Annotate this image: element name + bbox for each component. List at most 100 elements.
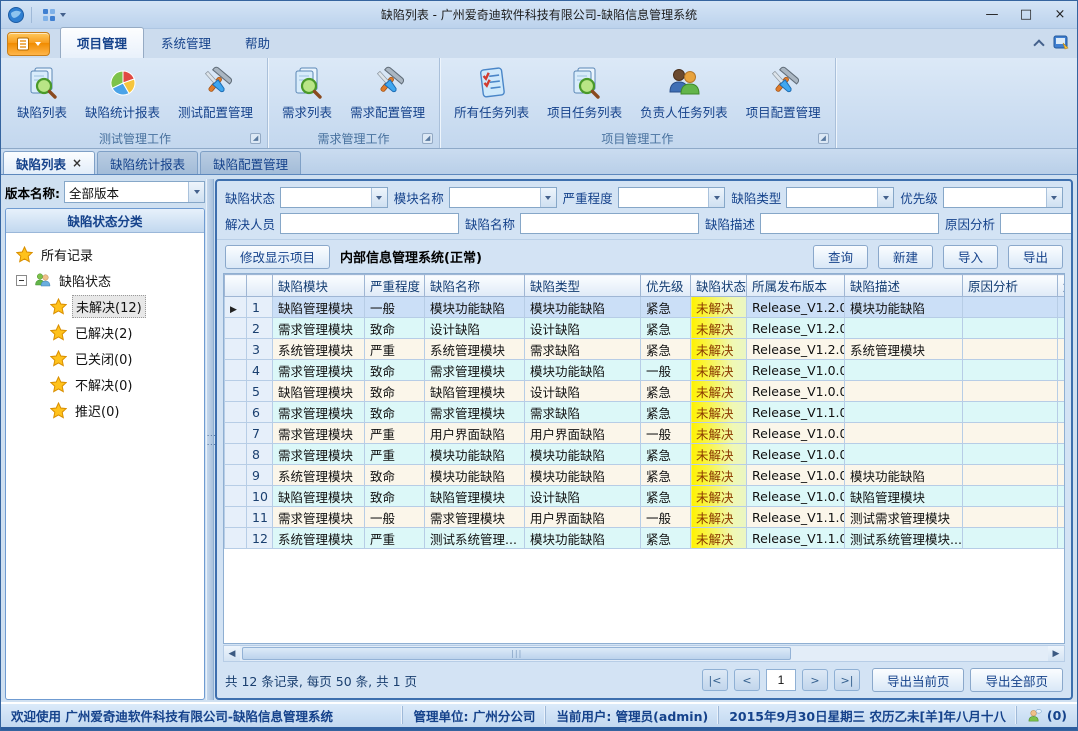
cell-原因分析[interactable] — [963, 318, 1058, 339]
filter-input-缺陷名称[interactable] — [520, 213, 699, 234]
horizontal-scrollbar[interactable]: ◀ ||| ▶ — [223, 645, 1065, 662]
cell-解决方法[interactable] — [1058, 360, 1066, 381]
minimize-button[interactable]: — — [975, 1, 1009, 28]
cell-优先级[interactable]: 紧急 — [641, 444, 691, 465]
cell-原因分析[interactable] — [963, 381, 1058, 402]
cell-缺陷模块[interactable]: 需求管理模块 — [273, 423, 365, 444]
cell-解决方法[interactable] — [1058, 318, 1066, 339]
cell-所属发布版本[interactable]: Release_V1.0.0 — [747, 465, 845, 486]
cell-优先级[interactable]: 紧急 — [641, 339, 691, 360]
cell-解决方法[interactable] — [1058, 528, 1066, 549]
cell-缺陷类型[interactable]: 模块功能缺陷 — [525, 297, 641, 318]
document-tab-1[interactable]: 缺陷统计报表 — [97, 151, 198, 174]
chevron-down-icon[interactable] — [877, 188, 893, 207]
ribbon-button-需求列表[interactable]: 需求列表 — [274, 62, 340, 125]
cell-优先级[interactable]: 紧急 — [641, 402, 691, 423]
ribbon-tab-1[interactable]: 系统管理 — [144, 27, 228, 58]
ribbon-tab-0[interactable]: 项目管理 — [60, 27, 144, 58]
cell-缺陷类型[interactable]: 设计缺陷 — [525, 318, 641, 339]
cell-缺陷模块[interactable]: 缺陷管理模块 — [273, 381, 365, 402]
cell-缺陷模块[interactable]: 需求管理模块 — [273, 402, 365, 423]
cell-原因分析[interactable] — [963, 423, 1058, 444]
cell-缺陷模块[interactable]: 系统管理模块 — [273, 528, 365, 549]
row-selector-cell[interactable] — [225, 528, 247, 549]
row-selector-cell[interactable] — [225, 423, 247, 444]
table-row[interactable]: 5缺陷管理模块致命缺陷管理模块设计缺陷紧急未解决Release_V1.0.0 — [225, 381, 1066, 402]
table-row[interactable]: 12系统管理模块严重测试系统管理...模块功能缺陷紧急未解决Release_V1… — [225, 528, 1066, 549]
cell-缺陷状态[interactable]: 未解决 — [691, 465, 747, 486]
cell-原因分析[interactable] — [963, 507, 1058, 528]
maximize-button[interactable]: □ — [1009, 1, 1043, 28]
table-row[interactable]: 6需求管理模块致命需求管理模块需求缺陷紧急未解决Release_V1.1.0 — [225, 402, 1066, 423]
filter-combobox-缺陷类型[interactable] — [786, 187, 894, 208]
table-row[interactable]: 2需求管理模块致命设计缺陷设计缺陷紧急未解决Release_V1.2.0 — [225, 318, 1066, 339]
prev-page-button[interactable]: < — [734, 669, 760, 691]
cell-缺陷模块[interactable]: 缺陷管理模块 — [273, 486, 365, 507]
cell-缺陷状态[interactable]: 未解决 — [691, 528, 747, 549]
first-page-button[interactable]: |< — [702, 669, 728, 691]
cell-优先级[interactable]: 一般 — [641, 507, 691, 528]
cell-缺陷状态[interactable]: 未解决 — [691, 486, 747, 507]
ribbon-button-缺陷统计报表[interactable]: 缺陷统计报表 — [77, 62, 168, 125]
cell-缺陷描述[interactable] — [845, 402, 963, 423]
chevron-down-icon[interactable] — [188, 182, 204, 202]
cell-所属发布版本[interactable]: Release_V1.0.0 — [747, 423, 845, 444]
column-header-缺陷状态[interactable]: 缺陷状态 — [691, 275, 747, 297]
table-row[interactable]: 11需求管理模块一般需求管理模块用户界面缺陷一般未解决Release_V1.1.… — [225, 507, 1066, 528]
column-header-优先级[interactable]: 优先级 — [641, 275, 691, 297]
cell-所属发布版本[interactable]: Release_V1.2.0 — [747, 297, 845, 318]
tree-item-所有记录[interactable]: 所有记录 — [16, 241, 200, 267]
cell-缺陷类型[interactable]: 设计缺陷 — [525, 486, 641, 507]
cell-严重程度[interactable]: 致命 — [365, 318, 425, 339]
cell-解决方法[interactable] — [1058, 423, 1066, 444]
cell-缺陷模块[interactable]: 缺陷管理模块 — [273, 297, 365, 318]
row-selector-cell[interactable] — [225, 402, 247, 423]
cell-优先级[interactable]: 紧急 — [641, 318, 691, 339]
cell-缺陷描述[interactable]: 系统管理模块 — [845, 339, 963, 360]
cell-解决方法[interactable] — [1058, 297, 1066, 318]
column-header-所属发布版本[interactable]: 所属发布版本 — [747, 275, 845, 297]
ribbon-button-需求配置管理[interactable]: 需求配置管理 — [342, 62, 433, 125]
quick-access-toolbar-button[interactable] — [38, 6, 70, 24]
cell-所属发布版本[interactable]: Release_V1.0.0 — [747, 360, 845, 381]
cell-缺陷状态[interactable]: 未解决 — [691, 339, 747, 360]
ribbon-button-项目配置管理[interactable]: 项目配置管理 — [738, 62, 829, 125]
table-row[interactable]: 7需求管理模块严重用户界面缺陷用户界面缺陷一般未解决Release_V1.0.0 — [225, 423, 1066, 444]
modify-columns-button[interactable]: 修改显示项目 — [225, 245, 330, 269]
cell-缺陷描述[interactable] — [845, 444, 963, 465]
cell-原因分析[interactable] — [963, 402, 1058, 423]
filter-input-缺陷描述[interactable] — [760, 213, 939, 234]
cell-严重程度[interactable]: 致命 — [365, 486, 425, 507]
cell-缺陷类型[interactable]: 需求缺陷 — [525, 339, 641, 360]
cell-缺陷状态[interactable]: 未解决 — [691, 360, 747, 381]
tree-item-未解决(12)[interactable]: 未解决(12) — [16, 293, 200, 319]
table-row[interactable]: 3系统管理模块严重系统管理模块需求缺陷紧急未解决Release_V1.2.0系统… — [225, 339, 1066, 360]
cell-缺陷描述[interactable]: 测试需求管理模块 — [845, 507, 963, 528]
scrollbar-thumb[interactable]: ||| — [242, 647, 791, 660]
cell-所属发布版本[interactable]: Release_V1.0.0 — [747, 381, 845, 402]
cell-缺陷状态[interactable]: 未解决 — [691, 381, 747, 402]
cell-缺陷名称[interactable]: 设计缺陷 — [425, 318, 525, 339]
cell-缺陷模块[interactable]: 系统管理模块 — [273, 465, 365, 486]
table-row[interactable]: 8需求管理模块严重模块功能缺陷模块功能缺陷紧急未解决Release_V1.0.0 — [225, 444, 1066, 465]
ribbon-button-缺陷列表[interactable]: 缺陷列表 — [9, 62, 75, 125]
page-number-input[interactable] — [766, 669, 796, 691]
cell-缺陷描述[interactable]: 缺陷管理模块 — [845, 486, 963, 507]
cell-缺陷类型[interactable]: 模块功能缺陷 — [525, 444, 641, 465]
next-page-button[interactable]: > — [802, 669, 828, 691]
export-all-pages-button[interactable]: 导出全部页 — [970, 668, 1063, 692]
cell-严重程度[interactable]: 致命 — [365, 360, 425, 381]
cell-缺陷类型[interactable]: 模块功能缺陷 — [525, 360, 641, 381]
cell-解决方法[interactable] — [1058, 507, 1066, 528]
cell-所属发布版本[interactable]: Release_V1.0.0 — [747, 444, 845, 465]
close-button[interactable]: × — [1043, 1, 1077, 28]
cell-严重程度[interactable]: 致命 — [365, 402, 425, 423]
row-selector-cell[interactable]: ▶ — [225, 297, 247, 318]
column-header-缺陷类型[interactable]: 缺陷类型 — [525, 275, 641, 297]
row-selector-cell[interactable] — [225, 381, 247, 402]
document-tab-0[interactable]: 缺陷列表× — [3, 151, 95, 174]
column-header-严重程度[interactable]: 严重程度 — [365, 275, 425, 297]
collapse-ribbon-icon[interactable] — [1033, 39, 1044, 50]
cell-严重程度[interactable]: 严重 — [365, 339, 425, 360]
row-selector-cell[interactable] — [225, 339, 247, 360]
